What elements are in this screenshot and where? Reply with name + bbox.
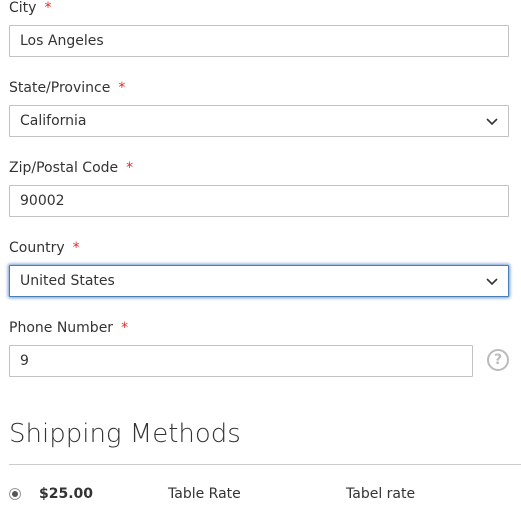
phone-label-text: Phone Number [9,320,114,336]
country-label: Country * [9,240,80,256]
required-asterisk: * [121,320,129,336]
country-select-value: United States [20,273,115,289]
shipping-methods-title: Shipping Methods [9,419,241,449]
city-label-text: City [9,0,37,16]
phone-input[interactable]: 9 [9,345,473,377]
shipping-method-name: Tabel rate [346,486,416,502]
zip-label: Zip/Postal Code * [9,160,133,176]
required-asterisk: * [126,160,134,176]
city-input-value: Los Angeles [20,33,104,49]
divider [9,464,521,465]
city-label: City * [9,0,51,16]
state-select[interactable]: California [9,105,509,137]
chevron-down-icon [486,278,498,286]
country-label-text: Country [9,240,65,256]
state-select-value: California [20,113,87,129]
help-icon[interactable]: ? [487,349,509,371]
chevron-down-icon [486,118,498,126]
zip-input-value: 90002 [20,193,65,209]
phone-label: Phone Number * [9,320,128,336]
zip-input[interactable]: 90002 [9,185,509,217]
country-select[interactable]: United States [9,265,509,297]
required-asterisk: * [118,80,126,96]
required-asterisk: * [44,0,52,16]
shipping-method-radio[interactable] [9,488,21,500]
shipping-price: $25.00 [39,486,94,502]
city-input[interactable]: Los Angeles [9,25,509,57]
phone-input-value: 9 [20,353,29,369]
state-label-text: State/Province [9,80,111,96]
state-label: State/Province * [9,80,125,96]
required-asterisk: * [72,240,80,256]
zip-label-text: Zip/Postal Code [9,160,119,176]
radio-selected-dot [12,491,18,497]
shipping-carrier: Table Rate [168,486,241,502]
